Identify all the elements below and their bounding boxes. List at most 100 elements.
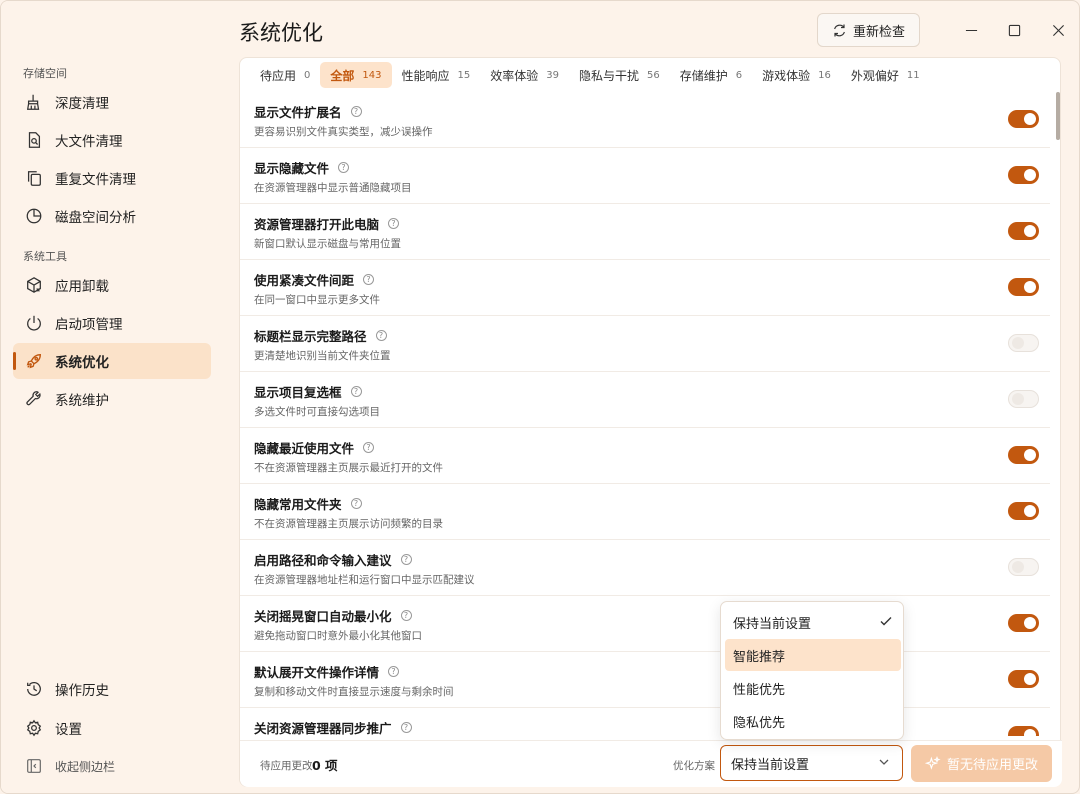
- minimize-button[interactable]: [956, 15, 986, 45]
- setting-title-text: 显示项目复选框: [254, 385, 342, 400]
- scrollbar-thumb[interactable]: [1056, 92, 1060, 140]
- setting-row: 隐藏常用文件夹? 不在资源管理器主页展示访问频繁的目录: [240, 484, 1050, 540]
- tab-label: 效率体验: [490, 68, 539, 83]
- dropdown-option-smart[interactable]: 智能推荐: [725, 639, 901, 671]
- setting-title: 显示隐藏文件?: [254, 158, 350, 177]
- tab-count: 0: [304, 69, 311, 81]
- close-icon: [1052, 24, 1064, 36]
- help-icon[interactable]: ?: [375, 330, 387, 341]
- sidebar-item-settings[interactable]: 设置: [13, 710, 211, 746]
- tab-storage[interactable]: 存储维护 6: [670, 62, 752, 88]
- history-icon: [25, 680, 43, 698]
- setting-row: 默认展开文件操作详情? 复制和移动文件时直接显示速度与剩余时间: [240, 652, 1050, 708]
- setting-toggle[interactable]: [1008, 278, 1039, 296]
- sidebar-section-tools: 系统工具: [23, 250, 67, 263]
- package-remove-icon: [25, 276, 43, 294]
- setting-toggle[interactable]: [1008, 558, 1039, 576]
- setting-title: 关闭资源管理器同步推广?: [254, 718, 412, 736]
- setting-toggle[interactable]: [1008, 166, 1039, 184]
- sidebar-item-label: 启动项管理: [55, 317, 123, 333]
- close-button[interactable]: [1043, 15, 1073, 45]
- maximize-button[interactable]: [999, 15, 1029, 45]
- tab-count: 6: [735, 69, 743, 81]
- broom-icon: [25, 93, 43, 111]
- setting-row: 显示文件扩展名? 更容易识别文件真实类型，减少误操作: [240, 92, 1050, 148]
- help-icon[interactable]: ?: [363, 274, 375, 285]
- sidebar-item-maintenance[interactable]: 系统维护: [13, 381, 211, 417]
- sidebar-item-disk-analysis[interactable]: 磁盘空间分析: [13, 198, 211, 234]
- help-icon[interactable]: ?: [400, 610, 412, 621]
- tab-performance[interactable]: 性能响应 15: [392, 62, 481, 88]
- tab-efficiency[interactable]: 效率体验 39: [480, 62, 569, 88]
- scheme-select[interactable]: 保持当前设置: [720, 745, 903, 781]
- sidebar-item-label: 应用卸载: [55, 279, 109, 295]
- setting-desc: 在资源管理器中显示普通隐藏项目: [254, 182, 412, 194]
- sidebar-item-duplicates[interactable]: 重复文件清理: [13, 160, 211, 196]
- tab-label: 待应用: [260, 68, 297, 83]
- sidebar-collapse-icon: [25, 757, 43, 775]
- setting-desc: 在同一窗口中显示更多文件: [254, 294, 380, 306]
- dropdown-option-performance[interactable]: 性能优先: [725, 672, 901, 704]
- help-icon[interactable]: ?: [388, 666, 400, 677]
- refresh-icon: [834, 24, 845, 36]
- recheck-button[interactable]: 重新检查: [817, 13, 920, 47]
- apply-changes-button[interactable]: 暂无待应用更改: [911, 745, 1052, 782]
- sidebar-item-history[interactable]: 操作历史: [13, 671, 211, 707]
- sidebar-item-label: 磁盘空间分析: [55, 210, 136, 226]
- setting-toggle[interactable]: [1008, 614, 1039, 632]
- setting-toggle[interactable]: [1008, 222, 1039, 240]
- help-icon[interactable]: ?: [338, 162, 350, 173]
- sidebar-item-startup[interactable]: 启动项管理: [13, 305, 211, 341]
- help-icon[interactable]: ?: [350, 386, 362, 397]
- setting-toggle[interactable]: [1008, 110, 1039, 128]
- main-panel: 待应用 0 全部 143 性能响应 15 效率体验 39 隐私与干扰 56 存储维护 6 游…: [239, 57, 1062, 787]
- setting-title-text: 使用紧凑文件间距: [254, 273, 355, 288]
- tab-gaming[interactable]: 游戏体验 16: [752, 62, 841, 88]
- setting-title-text: 关闭资源管理器同步推广: [254, 721, 392, 736]
- help-icon[interactable]: ?: [388, 218, 400, 229]
- tab-privacy[interactable]: 隐私与干扰 56: [569, 62, 670, 88]
- check-icon: [880, 617, 892, 626]
- sidebar-section-storage: 存储空间: [23, 67, 67, 80]
- tab-pending[interactable]: 待应用 0: [250, 62, 320, 88]
- sidebar-item-deep-clean[interactable]: 深度清理: [13, 84, 211, 120]
- pie-chart-icon: [25, 207, 43, 225]
- setting-row: 隐藏最近使用文件? 不在资源管理器主页展示最近打开的文件: [240, 428, 1050, 484]
- setting-toggle[interactable]: [1008, 502, 1039, 520]
- setting-toggle[interactable]: [1008, 390, 1039, 408]
- dropdown-option-keep-current[interactable]: 保持当前设置: [725, 606, 901, 638]
- tab-count: 143: [362, 69, 382, 81]
- setting-row: 显示项目复选框? 多选文件时可直接勾选项目: [240, 372, 1050, 428]
- apply-changes-label: 暂无待应用更改: [946, 758, 1038, 773]
- help-icon[interactable]: ?: [363, 442, 375, 453]
- sidebar-item-uninstall[interactable]: 应用卸载: [13, 267, 211, 303]
- setting-title: 隐藏常用文件夹?: [254, 494, 362, 513]
- dropdown-option-privacy[interactable]: 隐私优先: [725, 705, 901, 737]
- help-icon[interactable]: ?: [350, 498, 362, 509]
- setting-toggle[interactable]: [1008, 726, 1039, 736]
- help-icon[interactable]: ?: [400, 554, 412, 565]
- sidebar-item-label: 深度清理: [55, 96, 109, 112]
- sidebar-item-system-optimize[interactable]: 系统优化: [13, 343, 211, 379]
- sidebar-collapse-button[interactable]: 收起侧边栏: [13, 748, 211, 784]
- file-search-icon: [25, 131, 43, 149]
- help-icon[interactable]: ?: [350, 106, 362, 117]
- dropdown-option-label: 保持当前设置: [733, 616, 812, 632]
- setting-title: 隐藏最近使用文件?: [254, 438, 375, 457]
- setting-toggle[interactable]: [1008, 446, 1039, 464]
- maximize-icon: [1008, 24, 1020, 36]
- page-title: 系统优化: [239, 21, 323, 45]
- setting-row: 关闭摇晃窗口自动最小化? 避免拖动窗口时意外最小化其他窗口: [240, 596, 1050, 652]
- setting-toggle[interactable]: [1008, 670, 1039, 688]
- setting-title-text: 默认展开文件操作详情: [254, 665, 380, 680]
- tab-label: 外观偏好: [850, 68, 899, 83]
- pending-label: 待应用更改: [260, 760, 313, 772]
- setting-toggle[interactable]: [1008, 334, 1039, 352]
- tab-all[interactable]: 全部 143: [320, 62, 392, 88]
- tab-appearance[interactable]: 外观偏好 11: [841, 62, 930, 88]
- setting-desc: 不在资源管理器主页展示最近打开的文件: [254, 462, 443, 474]
- chevron-down-icon: [879, 759, 889, 765]
- sidebar-item-large-files[interactable]: 大文件清理: [13, 122, 211, 158]
- setting-title: 显示项目复选框?: [254, 382, 362, 401]
- help-icon[interactable]: ?: [400, 722, 412, 733]
